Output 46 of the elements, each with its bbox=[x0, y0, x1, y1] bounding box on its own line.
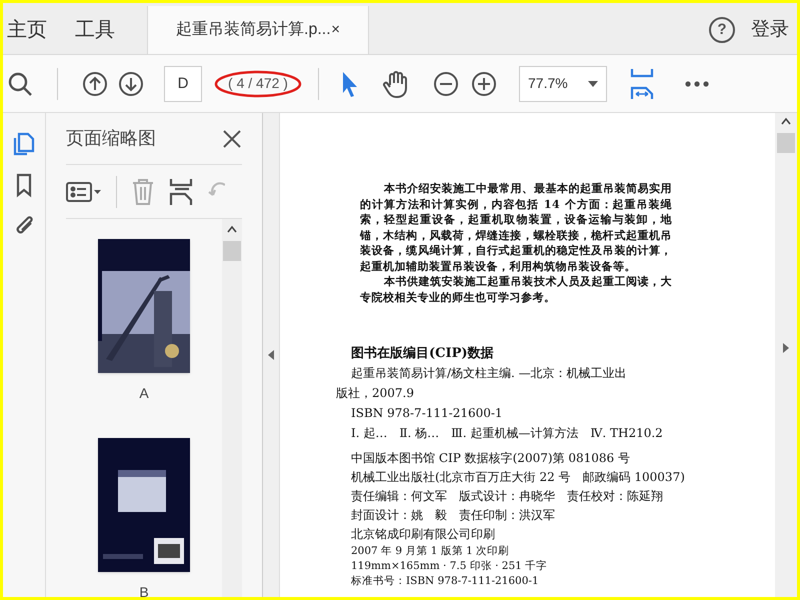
scroll-up-icon[interactable] bbox=[227, 225, 237, 233]
imprint-line: 2007 年 9 月第 1 版第 1 次印刷 bbox=[351, 544, 510, 559]
help-button[interactable]: ? bbox=[709, 17, 735, 43]
document-tab[interactable]: 起重吊装简易计算.p...× bbox=[147, 6, 369, 54]
imprint-line: 封面设计：姚 毅 责任印制：洪汉军 bbox=[351, 507, 556, 524]
collapse-right-icon[interactable] bbox=[783, 343, 789, 353]
caret-icon bbox=[588, 80, 598, 86]
previous-page-icon[interactable] bbox=[82, 70, 108, 96]
panel-title: 页面缩略图 bbox=[66, 127, 156, 150]
cip-line: 版社，2007.9 bbox=[336, 385, 415, 402]
search-icon[interactable] bbox=[7, 70, 33, 96]
cip-title: 图书在版编目(CIP)数据 bbox=[351, 345, 495, 363]
more-icon[interactable] bbox=[685, 80, 709, 86]
imprint-line: 中国版本图书馆 CIP 数据核字(2007)第 081086 号 bbox=[351, 450, 631, 467]
next-page-icon[interactable] bbox=[118, 70, 144, 96]
page-label: A bbox=[139, 384, 149, 403]
cip-line: Ⅰ. 起… Ⅱ. 杨… Ⅲ. 起重机械—计算方法 Ⅳ. TH210.2 bbox=[351, 425, 664, 442]
cip-line: 起重吊装简易计算/杨文柱主编. —北京：机械工业出 bbox=[351, 365, 628, 382]
imprint-line: 北京铭成印刷有限公司印刷 bbox=[351, 526, 496, 543]
nav-tab[interactable]: 工具 bbox=[75, 15, 115, 45]
nav-tab[interactable]: 主页 bbox=[7, 15, 47, 45]
scroll-thumb[interactable] bbox=[777, 133, 795, 153]
scroll-up-icon[interactable] bbox=[781, 117, 791, 125]
fit-page-icon[interactable] bbox=[629, 68, 655, 100]
page-number-field[interactable]: D bbox=[164, 66, 202, 102]
zoom-dropdown[interactable]: 77.7% bbox=[519, 66, 607, 102]
description-paragraph: 本书介绍安装施工中最常用、最基本的起重吊装简易实用的计算方法和计算实例，内容包括 14 个方面：起重吊装绳索，轻型起重设备，起重机取物装置，设备运输与装卸，地锚，木结构，风载荷，焊缝连接，螺栓联接，桅杆式起重机吊装设备，缆风绳计算，自行式起重机的稳定性及吊装的计算，起重机加辅助装置吊装设备，利用构筑物吊装设备等。 bbox=[360, 181, 672, 274]
collapse-left-icon[interactable] bbox=[268, 350, 274, 360]
description-paragraph: 本书供建筑安装施工起重吊装技术人员及起重工阅读，大专院校相关专业的师生也可学习参考。 bbox=[360, 274, 672, 305]
cip-line: ISBN 978-7-111-21600-1 bbox=[351, 405, 504, 422]
options-icon[interactable] bbox=[66, 180, 102, 204]
page-count: ( 4 / 472 ) bbox=[228, 74, 288, 93]
close-icon[interactable] bbox=[222, 128, 242, 148]
zoom-in-icon[interactable] bbox=[471, 70, 497, 96]
imprint-line: 机械工业出版社(北京市百万庄大街 22 号 邮政编码 100037) bbox=[351, 469, 686, 486]
imprint-line: 责任编辑：何文军 版式设计：冉晓华 责任校对：陈延翔 bbox=[351, 488, 664, 505]
login-button[interactable]: 登录 bbox=[751, 16, 789, 44]
imprint-line: 标准书号：ISBN 978-7-111-21600-1 bbox=[351, 574, 540, 589]
imprint-line: 119mm×165mm · 7.5 印张 · 251 千字 bbox=[351, 559, 548, 574]
close-tab-button[interactable]: × bbox=[331, 18, 340, 42]
zoom-out-icon[interactable] bbox=[433, 70, 459, 96]
scrollbar[interactable] bbox=[222, 219, 242, 597]
scroll-thumb[interactable] bbox=[223, 241, 241, 261]
page-label: B bbox=[139, 583, 149, 597]
document-title: 起重吊装简易计算.p... bbox=[176, 20, 331, 40]
insert-page-icon[interactable] bbox=[169, 178, 193, 206]
